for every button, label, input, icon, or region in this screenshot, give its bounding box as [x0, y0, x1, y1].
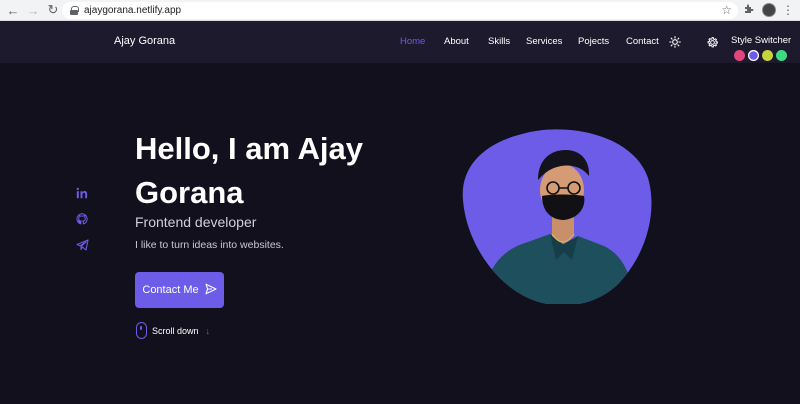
extensions-icon[interactable]: [742, 3, 756, 17]
mouse-icon: [136, 322, 147, 339]
style-switcher-title: Style Switcher: [731, 35, 792, 46]
contact-me-button[interactable]: Contact Me: [135, 272, 224, 308]
browser-menu-icon[interactable]: ⋮: [782, 3, 794, 17]
telegram-icon[interactable]: [76, 238, 89, 251]
scroll-down-label: Scroll down: [152, 325, 199, 336]
color-swatches: [734, 50, 787, 61]
arrow-down-icon: ↓: [205, 325, 211, 336]
lock-icon: [70, 6, 79, 15]
bookmark-star-icon[interactable]: ☆: [721, 3, 732, 17]
scroll-down[interactable]: Scroll down ↓: [136, 322, 210, 339]
swatch-pink[interactable]: [734, 50, 745, 61]
nav-contact[interactable]: Contact: [626, 36, 659, 47]
url-text: ajaygorana.netlify.app: [84, 5, 182, 16]
swatch-purple[interactable]: [748, 50, 759, 61]
reload-icon[interactable]: ↻: [44, 1, 62, 19]
address-bar[interactable]: ajaygorana.netlify.app ☆: [62, 2, 738, 19]
swatch-yellow[interactable]: [762, 50, 773, 61]
hero-title: Hello, I am Ajay Gorana: [135, 131, 363, 210]
nav-about[interactable]: About: [444, 36, 469, 47]
github-icon[interactable]: [76, 212, 89, 225]
contact-button-label: Contact Me: [142, 284, 199, 296]
send-icon: [205, 283, 217, 298]
site-logo[interactable]: Ajay Gorana: [114, 35, 175, 47]
hero-description: I like to turn ideas into websites.: [135, 239, 284, 251]
hero-subtitle: Frontend developer: [135, 214, 257, 230]
hero-profile-image: [462, 128, 652, 306]
browser-toolbar: ← → ↻ ajaygorana.netlify.app ☆ ⋮: [0, 0, 800, 21]
nav-projects[interactable]: Pojects: [578, 36, 609, 47]
nav-skills[interactable]: Skills: [488, 36, 510, 47]
forward-icon[interactable]: →: [24, 1, 42, 19]
back-icon[interactable]: ←: [4, 1, 22, 19]
site-header: Ajay Gorana Home About Skills Services P…: [0, 21, 800, 63]
swatch-green[interactable]: [776, 50, 787, 61]
gear-icon[interactable]: [706, 36, 719, 49]
profile-avatar[interactable]: [762, 3, 776, 17]
linkedin-icon[interactable]: [76, 186, 89, 199]
nav-services[interactable]: Services: [526, 36, 562, 47]
nav-home[interactable]: Home: [400, 36, 425, 47]
theme-toggle-icon[interactable]: [669, 35, 681, 48]
